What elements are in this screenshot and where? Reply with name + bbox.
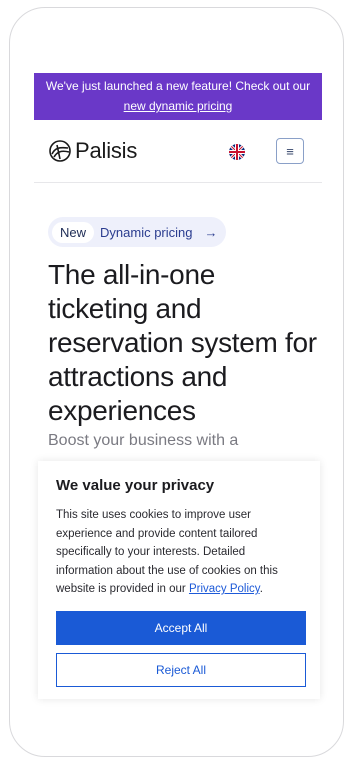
banner-link[interactable]: new dynamic pricing [124, 99, 233, 113]
announcement-pill[interactable]: New Dynamic pricing → [48, 217, 226, 247]
arrow-right-icon: → [204, 224, 218, 240]
new-badge: New [52, 221, 95, 243]
hamburger-menu-icon: ≡ [286, 143, 294, 159]
navbar: Palisis ≡ [34, 120, 322, 183]
menu-button[interactable]: ≡ [276, 138, 304, 164]
pill-text: Dynamic pricing [100, 224, 193, 240]
logo[interactable]: Palisis [48, 138, 137, 164]
hero-subtitle: Boost your business with a [48, 432, 239, 449]
cookie-body: This site uses cookies to improve user e… [56, 506, 302, 599]
logo-text: Palisis [75, 138, 138, 163]
screen: We've just launched a new feature! Check… [34, 73, 322, 699]
reject-all-button[interactable]: Reject All [56, 652, 306, 687]
announcement-banner: We've just launched a new feature! Check… [34, 73, 322, 120]
privacy-policy-link[interactable]: Privacy Policy [189, 583, 260, 595]
accept-all-button[interactable]: Accept All [56, 610, 306, 645]
palisis-logo-icon [49, 140, 71, 162]
phone-frame: We've just launched a new feature! Check… [9, 7, 344, 757]
uk-flag-icon[interactable] [229, 144, 245, 160]
cookie-consent-dialog: We value your privacy This site uses coo… [38, 461, 320, 699]
cookie-title: We value your privacy [56, 477, 215, 494]
cookie-body-end: . [259, 583, 263, 595]
hero-headline: The all-in-one ticketing and reservation… [48, 259, 317, 426]
banner-text: We've just launched a new feature! Check… [45, 79, 311, 93]
